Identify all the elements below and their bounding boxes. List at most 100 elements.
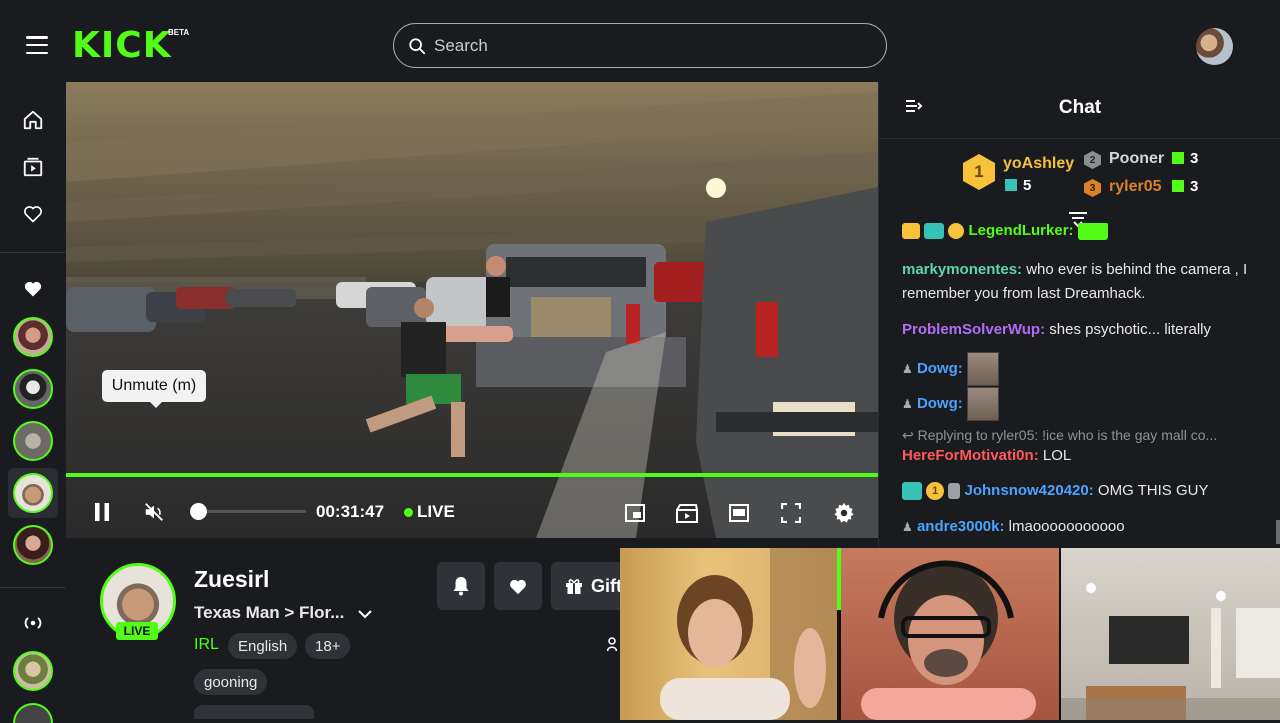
gift-icon [1005, 179, 1017, 191]
chat-username[interactable]: HereForMotivati0n: [902, 447, 1039, 464]
chat-username[interactable]: Dowg: [917, 395, 963, 412]
chat-text: lmaooooooooooo [1008, 518, 1125, 535]
leaderboard-first-name[interactable]: yoAshley [1003, 155, 1074, 173]
broadcast-icon[interactable] [21, 611, 45, 635]
subscriber-badge-icon [902, 223, 920, 240]
recommended-channel-avatar[interactable] [13, 651, 53, 691]
tag-gooning[interactable]: gooning [194, 669, 268, 695]
sidebar-divider [0, 587, 66, 588]
sidebar [0, 82, 66, 723]
chat-message: LegendLurker: [902, 223, 1262, 243]
search-input[interactable] [434, 35, 854, 56]
beta-label: BETA [168, 28, 190, 37]
rank-2-badge-icon: 2 [1084, 151, 1101, 169]
user-badge-icon: ♟ [902, 362, 913, 376]
bell-icon [453, 577, 469, 596]
rank-1-badge-icon: 1 [963, 154, 995, 190]
chat-scrollbar[interactable] [1276, 520, 1280, 544]
category-link[interactable]: IRL [194, 636, 219, 654]
followed-channel-avatar[interactable] [13, 421, 53, 461]
followed-channel-avatar[interactable] [13, 369, 53, 409]
chat-message: HereForMotivati0n: LOL [902, 444, 1262, 468]
kick-logo[interactable]: KICK [72, 26, 172, 66]
channel-name[interactable]: Zuesirl [194, 566, 269, 593]
reply-arrow-icon: ↩ [902, 427, 914, 443]
chat-username[interactable]: LegendLurker: [969, 223, 1074, 239]
browse-icon[interactable] [21, 155, 45, 179]
gift-icon [566, 579, 582, 594]
settings-gear-icon[interactable] [832, 501, 856, 525]
leaderboard-third-gifts: 3 [1172, 178, 1198, 195]
search-bar[interactable] [393, 23, 887, 68]
followed-channel-avatar[interactable] [13, 317, 53, 357]
chevron-down-icon[interactable] [358, 606, 372, 624]
gift-label: Gift [591, 575, 622, 596]
user-avatar[interactable] [1196, 28, 1233, 65]
following-icon[interactable] [21, 202, 45, 226]
chat-message: markymonentes: who ever is behind the ca… [902, 258, 1262, 306]
rank-badge-icon: 1 [926, 482, 945, 501]
live-badge: LIVE [116, 622, 158, 640]
user-badge-icon: ♟ [902, 520, 913, 534]
leaderboard-first-gifts: 5 [1005, 177, 1031, 194]
chat-message: ♟ Dowg: [902, 349, 1262, 389]
leaderboard-third-name[interactable]: ryler05 [1109, 178, 1162, 196]
followed-channel-avatar[interactable] [13, 473, 53, 513]
leaderboard-second-name[interactable]: Pooner [1109, 150, 1164, 168]
tag-18plus[interactable]: 18+ [305, 633, 351, 659]
emote-icon [1077, 223, 1108, 241]
search-icon [409, 37, 426, 54]
face-emote-icon [966, 352, 999, 387]
heart-icon [510, 579, 526, 595]
muted-speaker-icon[interactable] [142, 500, 166, 524]
stream-title: Texas Man > Flor... [194, 603, 345, 622]
chat-username[interactable]: andre3000k: [917, 518, 1005, 535]
chat-username[interactable]: ProblemSolverWup: [902, 321, 1045, 338]
rank-3-badge-icon: 3 [1084, 179, 1101, 197]
user-badge-icon: ♟ [902, 397, 913, 411]
chat-text: LOL [1042, 447, 1072, 464]
follow-button[interactable] [494, 562, 542, 610]
clip-icon[interactable] [675, 501, 699, 525]
tag-partial[interactable] [194, 705, 314, 719]
leaderboard-second-gifts: 3 [1172, 150, 1198, 167]
live-label: LIVE [417, 502, 455, 521]
heart-filled-icon [21, 277, 45, 301]
gift-subs-button[interactable]: Gift [551, 562, 631, 610]
volume-slider-track[interactable] [198, 510, 306, 513]
notification-bell-button[interactable] [437, 562, 485, 610]
followed-channel-avatar[interactable] [13, 525, 53, 565]
home-icon[interactable] [21, 108, 45, 132]
webcam-feed-1 [620, 548, 837, 720]
chat-username[interactable]: Johnsnow420420: [965, 482, 1094, 499]
video-player[interactable]: Unmute (m) 00:31:47 LIVE [66, 82, 878, 538]
chat-message: 1 Johnsnow420420: OMG THIS GUY [902, 479, 1262, 503]
recommended-channel-avatar[interactable] [13, 703, 53, 723]
user-badge-icon [948, 483, 961, 500]
gifter-badge-icon [902, 482, 922, 501]
stream-time: 00:31:47 [316, 502, 385, 521]
channel-info: LIVE Zuesirl Texas Man > Flor... IRL Eng… [66, 538, 631, 720]
volume-slider-knob[interactable] [190, 503, 207, 520]
tag-english[interactable]: English [228, 633, 298, 659]
chat-message: ♟ Dowg: [902, 384, 1262, 424]
top-bar: KICK BETA [0, 0, 1280, 82]
chat-username[interactable]: markymonentes: [902, 261, 1022, 278]
webcam-feed-3 [1061, 548, 1280, 720]
gifter-badge-icon [924, 223, 945, 240]
miniplayer-icon[interactable] [624, 502, 646, 524]
fullscreen-icon[interactable] [780, 502, 802, 524]
theater-mode-icon[interactable] [728, 502, 750, 524]
chat-text: shes psychotic... literally [1049, 321, 1211, 338]
chat-message: ProblemSolverWup: shes psychotic... lite… [902, 318, 1262, 342]
stream-progress-bar[interactable] [66, 473, 878, 477]
webcam-feed-2 [841, 548, 1059, 720]
gift-icon [1172, 152, 1184, 164]
chat-username[interactable]: Dowg: [917, 360, 963, 377]
chat-title: Chat [1058, 97, 1102, 118]
viewers-icon [606, 636, 621, 657]
menu-icon[interactable] [26, 36, 48, 54]
pause-icon[interactable] [92, 502, 112, 522]
chat-message: ♟ andre3000k: lmaooooooooooo [902, 515, 1262, 539]
rank-badge-icon [948, 223, 965, 240]
